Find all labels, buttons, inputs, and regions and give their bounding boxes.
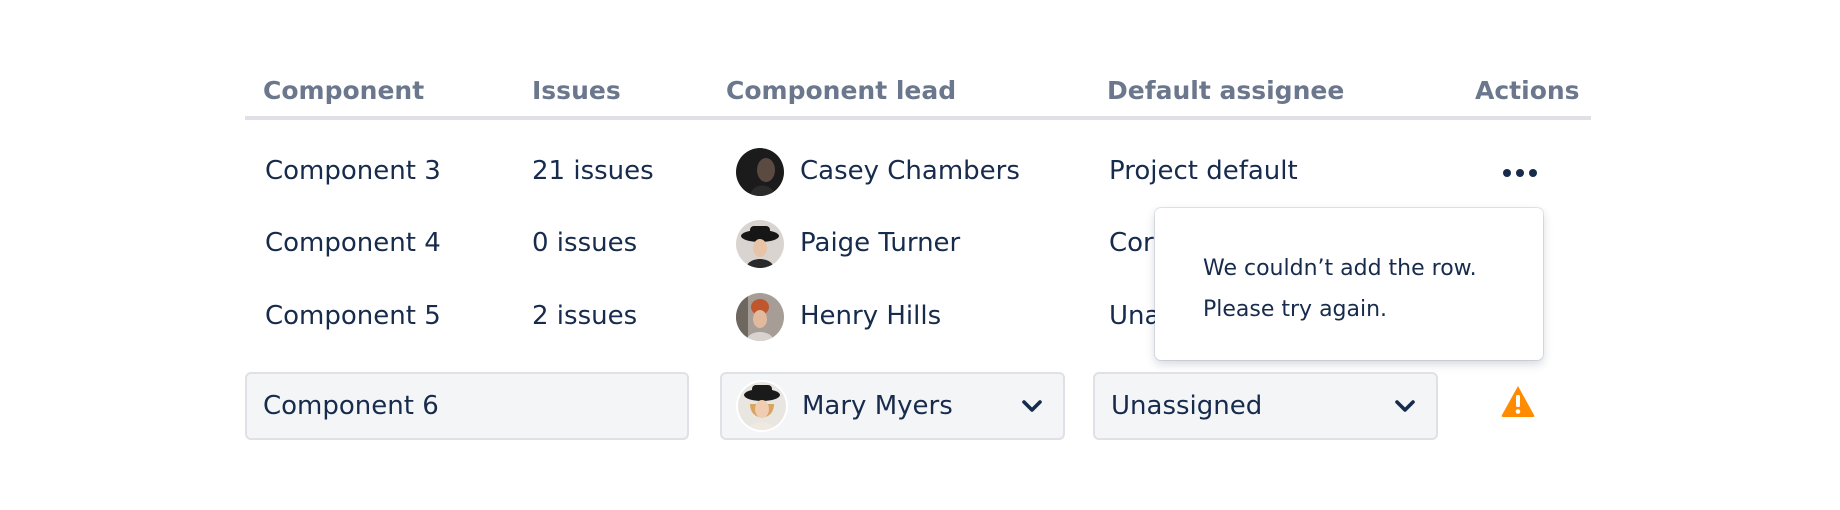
column-header-issues[interactable]: Issues: [532, 74, 621, 108]
header-divider: [245, 116, 1591, 120]
more-horizontal-icon-dot: [1529, 169, 1537, 177]
default-assignee[interactable]: Project default: [1109, 153, 1298, 189]
issue-count[interactable]: 21 issues: [532, 153, 654, 189]
more-horizontal-icon-dot: [1516, 169, 1524, 177]
error-message-line-2: Please try again.: [1203, 297, 1388, 322]
avatar: [738, 382, 786, 430]
component-name[interactable]: Component 5: [265, 298, 441, 334]
component-name[interactable]: Component 4: [265, 225, 441, 261]
avatar: [736, 293, 784, 341]
column-header-actions: Actions: [1475, 76, 1580, 105]
avatar: [736, 220, 784, 268]
chevron-down-icon: [1395, 400, 1415, 412]
error-popup: We couldn’t add the row. Please try agai…: [1155, 208, 1543, 360]
issue-count[interactable]: 0 issues: [532, 225, 637, 261]
component-name-field[interactable]: [245, 372, 689, 440]
component-name-input[interactable]: [263, 374, 683, 438]
default-assignee[interactable]: Una: [1109, 298, 1160, 334]
component-lead-select[interactable]: Mary Myers: [720, 372, 1065, 440]
more-actions-button[interactable]: [1495, 158, 1545, 188]
error-message-line-1: We couldn’t add the row.: [1203, 256, 1477, 281]
component-name[interactable]: Component 3: [265, 153, 441, 189]
warning-icon[interactable]: [1500, 384, 1536, 418]
component-lead-name[interactable]: Henry Hills: [800, 298, 941, 334]
column-header-component[interactable]: Component: [263, 74, 424, 108]
column-header-component-lead[interactable]: Component lead: [726, 74, 956, 108]
default-assignee[interactable]: Cor: [1109, 225, 1154, 261]
component-lead-value: Mary Myers: [802, 391, 953, 421]
default-assignee-value: Unassigned: [1111, 391, 1263, 421]
column-header-default-assignee[interactable]: Default assignee: [1107, 74, 1344, 108]
chevron-down-icon: [1022, 400, 1042, 412]
component-lead-name[interactable]: Paige Turner: [800, 225, 960, 261]
issue-count[interactable]: 2 issues: [532, 298, 637, 334]
component-lead-name[interactable]: Casey Chambers: [800, 153, 1020, 189]
avatar: [736, 148, 784, 196]
more-horizontal-icon: [1503, 169, 1511, 177]
default-assignee-select[interactable]: Unassigned: [1093, 372, 1438, 440]
